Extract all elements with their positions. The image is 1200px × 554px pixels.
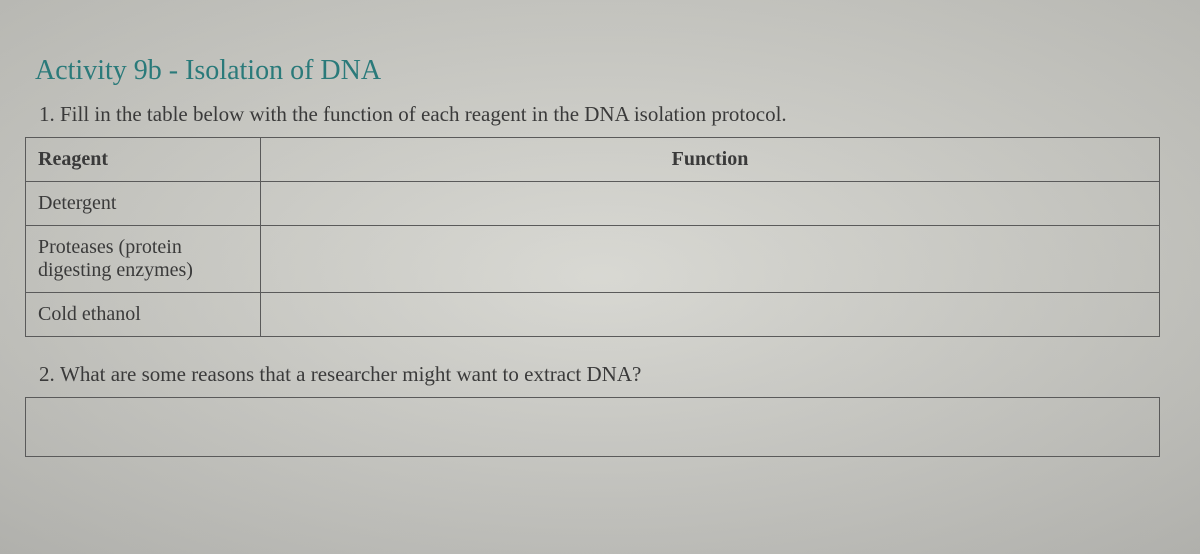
header-function: Function — [261, 138, 1160, 182]
cell-function-1 — [261, 226, 1160, 293]
question-1-text: Fill in the table below with the functio… — [60, 102, 1175, 127]
table-row: Proteases (protein digesting enzymes) — [26, 226, 1160, 293]
table-row: Cold ethanol — [26, 293, 1160, 337]
cell-reagent-1: Proteases (protein digesting enzymes) — [26, 226, 261, 293]
table-row: Detergent — [26, 182, 1160, 226]
table-header-row: Reagent Function — [26, 138, 1160, 182]
cell-function-2 — [261, 293, 1160, 337]
activity-title: Activity 9b - Isolation of DNA — [35, 55, 1175, 87]
question-2-text: What are some reasons that a researcher … — [60, 362, 1175, 387]
reagent-table: Reagent Function Detergent Proteases (pr… — [25, 137, 1160, 337]
cell-reagent-2: Cold ethanol — [26, 293, 261, 337]
cell-function-0 — [261, 182, 1160, 226]
answer-box-q2 — [25, 397, 1160, 457]
header-reagent: Reagent — [26, 138, 261, 182]
cell-reagent-0: Detergent — [26, 182, 261, 226]
